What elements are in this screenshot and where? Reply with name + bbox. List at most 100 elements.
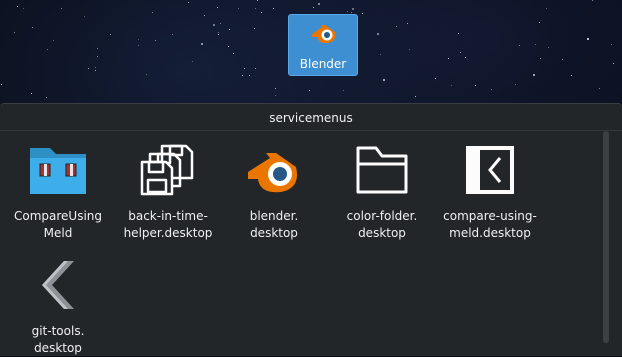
file-item-git-tools[interactable]: git-tools. desktop	[8, 257, 108, 357]
star	[23, 8, 24, 9]
blender-icon	[248, 153, 297, 193]
file-item-label: blender. desktop	[249, 209, 299, 240]
star	[201, 43, 203, 45]
star	[613, 63, 614, 64]
star	[53, 40, 54, 41]
star	[571, 75, 572, 76]
star	[409, 49, 410, 50]
star	[611, 44, 612, 45]
file-item-label: back-in-time- helper.desktop	[123, 209, 213, 240]
star	[491, 89, 492, 90]
star	[548, 47, 549, 48]
star	[61, 8, 62, 9]
star	[255, 68, 256, 69]
star	[218, 34, 219, 35]
chevron-left-icon	[42, 261, 74, 309]
star	[407, 23, 408, 24]
star	[273, 8, 274, 9]
star	[318, 3, 320, 5]
star	[220, 23, 221, 24]
star	[587, 38, 589, 40]
star	[110, 34, 111, 35]
star	[475, 85, 476, 86]
star	[32, 27, 33, 28]
star	[540, 58, 541, 59]
star	[233, 53, 234, 54]
star	[152, 12, 153, 13]
star	[562, 59, 563, 60]
star	[415, 96, 416, 97]
star	[275, 95, 276, 96]
star	[95, 70, 96, 71]
star	[88, 68, 89, 69]
star	[465, 57, 466, 58]
star	[213, 24, 215, 26]
folder-view-panel[interactable]: servicemenus CompareUsing Meld back-in-t…	[0, 103, 622, 356]
star	[249, 75, 250, 76]
star	[383, 79, 385, 81]
star	[84, 16, 85, 17]
star	[599, 88, 600, 89]
star	[228, 46, 229, 47]
file-item-color-folder[interactable]: color-folder. desktop	[332, 142, 432, 242]
star	[546, 8, 547, 9]
star	[244, 68, 245, 69]
star	[146, 74, 147, 75]
star	[217, 7, 218, 8]
folder-outline-icon	[356, 146, 408, 194]
star	[533, 74, 535, 76]
file-item-blender-desktop[interactable]: blender. desktop	[224, 142, 324, 242]
star	[539, 22, 540, 23]
star	[172, 34, 173, 35]
star	[515, 84, 516, 85]
star	[352, 8, 354, 10]
vertical-scrollbar[interactable]	[603, 131, 609, 343]
star	[17, 6, 18, 7]
star	[1, 84, 2, 85]
star	[229, 29, 230, 30]
star	[95, 67, 96, 68]
file-item-label: git-tools. desktop	[31, 324, 85, 355]
star	[218, 32, 219, 33]
star	[14, 32, 15, 33]
star	[31, 93, 32, 94]
meld-icon	[466, 146, 514, 194]
star	[362, 13, 363, 14]
star	[458, 33, 459, 34]
star	[47, 49, 48, 50]
star	[261, 12, 262, 13]
star	[188, 2, 189, 3]
star	[97, 56, 98, 57]
folder-icon	[30, 148, 86, 194]
star	[204, 15, 205, 16]
divider	[0, 130, 622, 131]
file-item-label: color-folder. desktop	[346, 209, 418, 240]
star	[377, 33, 379, 35]
star	[46, 97, 47, 98]
floppy-disks-icon	[140, 144, 194, 196]
star	[380, 54, 381, 55]
file-item-compareusingmeld[interactable]: CompareUsing Meld	[8, 142, 108, 242]
star	[435, 78, 436, 79]
star	[97, 48, 98, 49]
folder-view-title: servicemenus	[269, 111, 353, 125]
blender-icon	[312, 25, 336, 44]
star	[238, 8, 239, 9]
star	[347, 11, 348, 12]
star	[451, 85, 452, 86]
file-item-compare-using-meld[interactable]: compare-using- meld.desktop	[440, 142, 540, 242]
star	[192, 61, 193, 62]
star	[155, 40, 156, 41]
star	[257, 0, 258, 1]
star	[343, 90, 344, 91]
desktop-icon-blender[interactable]: Blender	[288, 14, 358, 76]
desktop-icon-label: Blender	[299, 57, 347, 71]
file-item-back-in-time-helper[interactable]: back-in-time- helper.desktop	[118, 142, 218, 242]
star	[396, 26, 397, 27]
star	[138, 39, 139, 40]
desktop-background[interactable]: Blender servicemenus CompareUsing Meld b…	[0, 0, 622, 356]
star	[535, 44, 536, 45]
star	[254, 28, 255, 29]
star	[242, 75, 243, 76]
star	[138, 45, 139, 46]
